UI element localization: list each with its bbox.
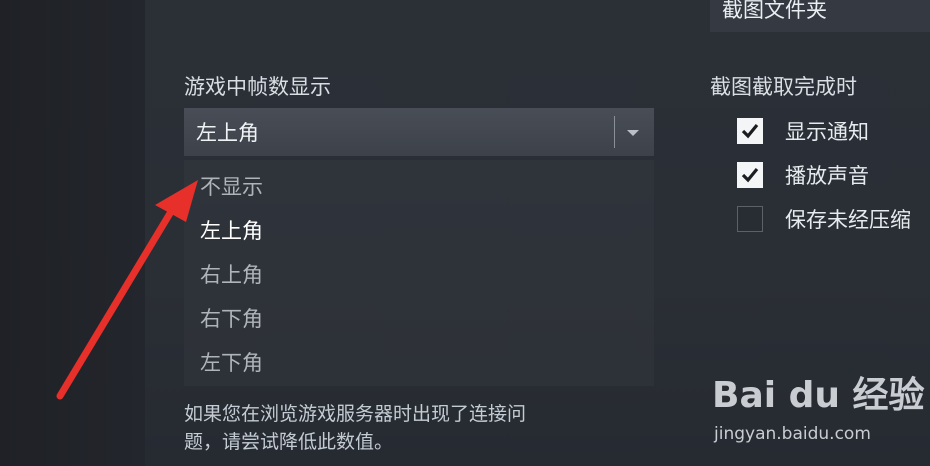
watermark-url: jingyan.baidu.com (714, 424, 871, 444)
watermark-brand: Bai du 经验 (712, 375, 925, 416)
baidu-watermark: Bai du 经验 jingyan.baidu.com (712, 366, 925, 450)
